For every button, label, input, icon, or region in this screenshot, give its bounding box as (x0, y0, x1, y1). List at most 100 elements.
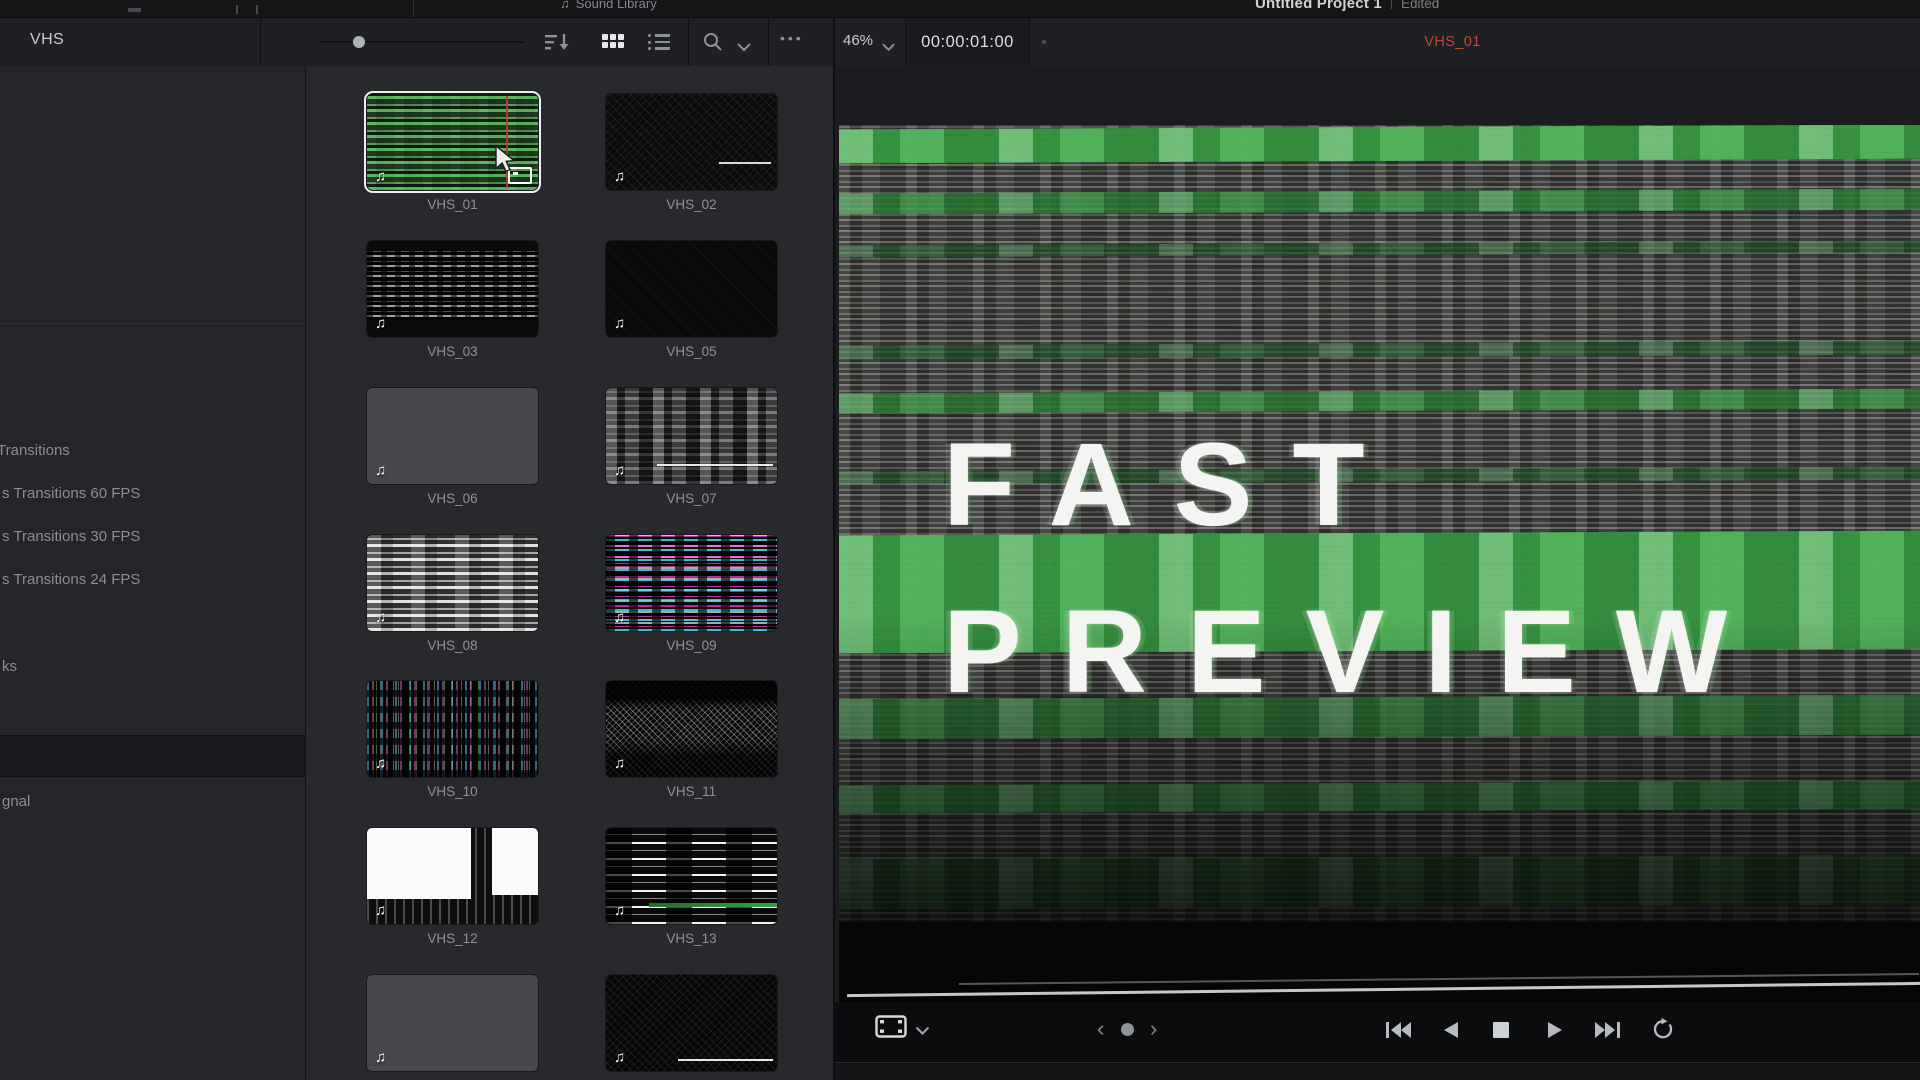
clip-thumbnail[interactable]: ♫ (606, 681, 777, 777)
sidebar-divider (0, 323, 305, 324)
clip-cell: ♫VHS_02 (606, 94, 777, 236)
audio-note-icon: ♫ (375, 902, 386, 919)
clip-name-label: VHS_10 (357, 784, 548, 799)
audio-note-icon: ♫ (614, 462, 625, 479)
sound-library-button[interactable]: ♫Sound Library (560, 0, 657, 16)
clip-name-label: VHS_05 (596, 344, 787, 359)
clip-thumbnail[interactable]: ♫ (606, 535, 777, 631)
clip-cell: ♫VHS_05 (606, 241, 777, 383)
header-divider (260, 18, 261, 66)
project-title-area: Untitled Project 1 Edited (1255, 0, 1439, 13)
play-button[interactable] (1546, 1019, 1566, 1046)
loop-button[interactable] (1650, 1018, 1676, 1047)
list-view-button[interactable] (648, 34, 670, 54)
video-overlay-text-preview: PREVIEW (943, 593, 1767, 711)
stop-button[interactable] (1491, 1019, 1511, 1046)
clip-name-label: VHS_01 (357, 197, 548, 212)
audio-note-icon: ♫ (375, 609, 386, 626)
clip-cell: ♫ (606, 975, 777, 1080)
clip-thumbnail[interactable]: ♫ (606, 94, 777, 190)
project-title: Untitled Project 1 (1255, 0, 1382, 12)
toolbar-icon-fragment (236, 5, 238, 14)
audio-note-icon: ♫ (375, 755, 386, 772)
grid-view-button[interactable] (602, 34, 624, 48)
sidebar-section-band (0, 735, 305, 779)
toolbar-icon-fragment (128, 8, 141, 12)
viewer-zoom-level[interactable]: 46% (843, 32, 873, 49)
last-frame-button[interactable] (1594, 1019, 1622, 1046)
clip-thumbnail[interactable]: ♫ (606, 388, 777, 484)
viewer-mode-button[interactable] (875, 1015, 907, 1043)
timecode-value: 00:00:01:00 (921, 33, 1014, 52)
video-overlay-text-fast: FAST (943, 426, 1405, 544)
clip-thumbnail[interactable]: ♫ (606, 828, 777, 924)
clip-name-label: VHS_12 (357, 931, 548, 946)
clip-thumbnail[interactable]: ♫ (367, 388, 538, 484)
jog-right-icon[interactable]: › (1150, 1016, 1157, 1042)
viewer-video-frame[interactable]: FAST PREVIEW (839, 125, 1920, 1002)
clip-cell: ♫VHS_12 (367, 828, 538, 970)
search-button[interactable] (702, 31, 724, 58)
audio-note-icon: ♫ (375, 315, 386, 332)
bin-title: VHS (30, 31, 64, 49)
clip-name-label: VHS_09 (596, 638, 787, 653)
sort-order-button[interactable] (545, 32, 572, 58)
clip-cell: ♫VHS_11 (606, 681, 777, 823)
audio-note-icon: ♫ (614, 168, 625, 185)
sidebar-bin-item[interactable]: s Transitions 30 FPS (2, 528, 140, 545)
audio-note-icon: ♫ (375, 168, 386, 185)
viewer-mode-chevron-icon[interactable] (915, 1022, 930, 1040)
clip-thumbnail[interactable]: ♫ (367, 681, 538, 777)
first-frame-button[interactable] (1384, 1019, 1412, 1046)
sidebar-bin-item[interactable]: s Transitions 24 FPS (2, 571, 140, 588)
clip-cell: ♫VHS_10 (367, 681, 538, 823)
timeline-edge-strip (835, 1062, 1920, 1080)
video-shading (839, 125, 1920, 1002)
jog-shuttle-knob[interactable] (1121, 1023, 1134, 1036)
sidebar-bin-item[interactable]: s Transitions 60 FPS (2, 485, 140, 502)
clip-name-label: VHS_08 (357, 638, 548, 653)
header-divider (688, 18, 689, 66)
project-status: Edited (1401, 0, 1439, 11)
clip-thumbnail[interactable]: ♫ (367, 241, 538, 337)
audio-note-icon: ♫ (375, 1049, 386, 1066)
source-viewer: FAST PREVIEW ‹ › (835, 66, 1920, 1080)
audio-note-icon: ♫ (614, 755, 625, 772)
bin-sidebar: Transitions s Transitions 60 FPS s Transit… (0, 66, 305, 1080)
media-pool-header: VHS (0, 18, 1920, 67)
audio-note-icon: ♫ (375, 462, 386, 479)
music-notes-icon: ♫ (560, 0, 570, 11)
clip-name-label: VHS_07 (596, 491, 787, 506)
sidebar-bin-item[interactable]: Transitions (0, 442, 70, 459)
viewer-timecode: 00:00:01:00 (905, 18, 1030, 66)
slider-knob[interactable] (353, 36, 365, 48)
thumbnail-size-slider[interactable] (320, 41, 525, 43)
zoom-chevron-icon[interactable] (882, 38, 895, 56)
sidebar-bin-item[interactable]: ks (2, 658, 17, 675)
clip-cell: ♫VHS_03 (367, 241, 538, 383)
play-reverse-button[interactable] (1440, 1019, 1460, 1046)
audio-note-icon: ♫ (614, 609, 625, 626)
toolbar-divider (413, 0, 414, 17)
video-diagonal-streak (847, 982, 1920, 997)
clip-name-label: VHS_06 (357, 491, 548, 506)
clip-cell: ♫VHS_06 (367, 388, 538, 530)
sidebar-bin-item[interactable]: gnal (2, 793, 30, 810)
clip-cell: ♫ (367, 975, 538, 1080)
clip-thumbnail[interactable]: ♫ (367, 535, 538, 631)
clip-name-label: VHS_02 (596, 197, 787, 212)
clip-thumbnail[interactable]: ♫ (367, 975, 538, 1071)
mouse-cursor (494, 145, 520, 180)
clip-cell: ♫VHS_13 (606, 828, 777, 970)
audio-note-icon: ♫ (614, 1049, 625, 1066)
more-options-button[interactable]: ••• (780, 30, 804, 46)
clip-thumbnail[interactable]: ♫ (606, 975, 777, 1071)
audio-note-icon: ♫ (614, 315, 625, 332)
clip-thumbnail[interactable]: ♫ (606, 241, 777, 337)
toolbar-icon-fragment (256, 5, 258, 14)
media-pool-grid: ♫VHS_01♫VHS_02♫VHS_03♫VHS_05♫VHS_06♫VHS_… (306, 66, 833, 1080)
jog-left-icon[interactable]: ‹ (1097, 1016, 1104, 1042)
clip-thumbnail[interactable]: ♫ (367, 828, 538, 924)
search-options-chevron-icon[interactable] (737, 38, 751, 56)
header-divider (768, 18, 769, 66)
